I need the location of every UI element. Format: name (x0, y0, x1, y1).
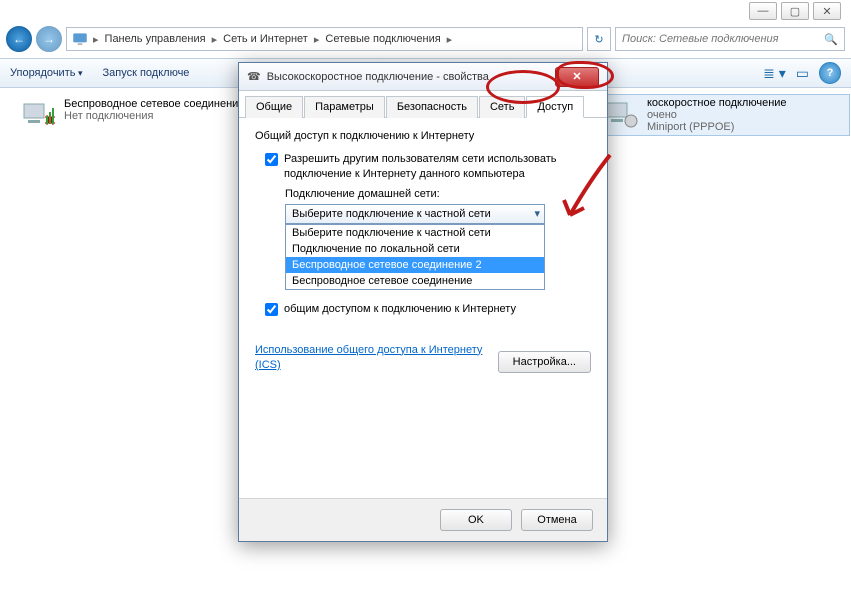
help-icon[interactable]: ? (819, 62, 841, 84)
ok-button[interactable]: OK (440, 509, 512, 531)
network-icon (71, 30, 89, 48)
view-icon[interactable]: ≣ ▾ (763, 65, 786, 82)
breadcrumb[interactable]: ▸ Панель управления ▸ Сеть и Интернет ▸ … (66, 27, 583, 51)
dropdown-option[interactable]: Подключение по локальной сети (286, 241, 544, 257)
connection-status: очено (647, 109, 787, 121)
sharing-section-title: Общий доступ к подключению к Интернету (255, 130, 591, 142)
tab-options[interactable]: Параметры (304, 96, 385, 118)
window-minimize-button[interactable]: — (749, 2, 777, 20)
properties-dialog: ☎ Высокоскоростное подключение - свойств… (238, 62, 608, 542)
tab-network[interactable]: Сеть (479, 96, 525, 118)
ics-help-link[interactable]: Использование общего доступа к Интернету… (255, 343, 498, 374)
forward-button[interactable]: → (36, 26, 62, 52)
cancel-button[interactable]: Отмена (521, 509, 593, 531)
wan-icon (603, 97, 639, 133)
home-network-dropdown[interactable]: Выберите подключение к частной сети Выбе… (285, 204, 545, 224)
launch-connection-menu[interactable]: Запуск подключе (103, 67, 190, 79)
refresh-button[interactable]: ↻ (587, 27, 611, 51)
dropdown-selected[interactable]: Выберите подключение к частной сети (285, 204, 545, 224)
home-network-label: Подключение домашней сети: (255, 188, 591, 200)
search-input[interactable] (622, 33, 824, 45)
dropdown-option[interactable]: Выберите подключение к частной сети (286, 225, 544, 241)
back-button[interactable]: ← (6, 26, 32, 52)
connection-item[interactable]: Беспроводное сетевое соединение Нет подк… (20, 98, 270, 134)
connection-status: Нет подключения (64, 110, 244, 122)
navigation-bar: ← → ▸ Панель управления ▸ Сеть и Интерне… (6, 25, 845, 53)
search-box[interactable]: 🔍 (615, 27, 845, 51)
dialog-tabs: Общие Параметры Безопасность Сеть Доступ (239, 91, 607, 118)
connection-name: Беспроводное сетевое соединение (64, 98, 244, 110)
dropdown-list: Выберите подключение к частной сети Подк… (285, 224, 545, 290)
breadcrumb-item[interactable]: Панель управления (99, 33, 212, 45)
allow-sharing-checkbox[interactable] (265, 153, 278, 166)
connection-name: коскоростное подключение (647, 97, 787, 109)
wireless-icon (20, 98, 56, 134)
tab-security[interactable]: Безопасность (386, 96, 478, 118)
dialog-body: Общий доступ к подключению к Интернету Р… (239, 118, 607, 498)
search-icon: 🔍 (824, 33, 838, 46)
tab-sharing[interactable]: Доступ (526, 96, 584, 118)
dropdown-option[interactable]: Беспроводное сетевое соединение 2 (286, 257, 544, 273)
dialog-titlebar[interactable]: ☎ Высокоскоростное подключение - свойств… (239, 63, 607, 91)
dialog-footer: OK Отмена (239, 498, 607, 541)
modem-icon: ☎ (247, 70, 261, 83)
allow-sharing-label: Разрешить другим пользователям сети испо… (284, 152, 591, 182)
window-maximize-button[interactable]: ▢ (781, 2, 809, 20)
connection-device: Miniport (PPPOE) (647, 121, 787, 133)
tab-general[interactable]: Общие (245, 96, 303, 118)
chevron-right-icon: ▸ (447, 33, 453, 46)
dropdown-option[interactable]: Беспроводное сетевое соединение (286, 273, 544, 289)
settings-button[interactable]: Настройка... (498, 351, 591, 373)
dialog-close-button[interactable]: ✕ (555, 67, 599, 87)
preview-pane-icon[interactable]: ▭ (796, 65, 809, 82)
connection-item[interactable]: коскоростное подключение очено Miniport … (600, 94, 850, 136)
breadcrumb-item[interactable]: Сетевые подключения (319, 33, 446, 45)
allow-manage-checkbox[interactable] (265, 303, 278, 316)
organize-menu[interactable]: Упорядочить (10, 67, 83, 79)
breadcrumb-item[interactable]: Сеть и Интернет (217, 33, 314, 45)
dialog-title: Высокоскоростное подключение - свойства (267, 71, 549, 83)
allow-manage-label: общим доступом к подключению к Интернету (284, 302, 516, 317)
window-close-button[interactable]: ✕ (813, 2, 841, 20)
